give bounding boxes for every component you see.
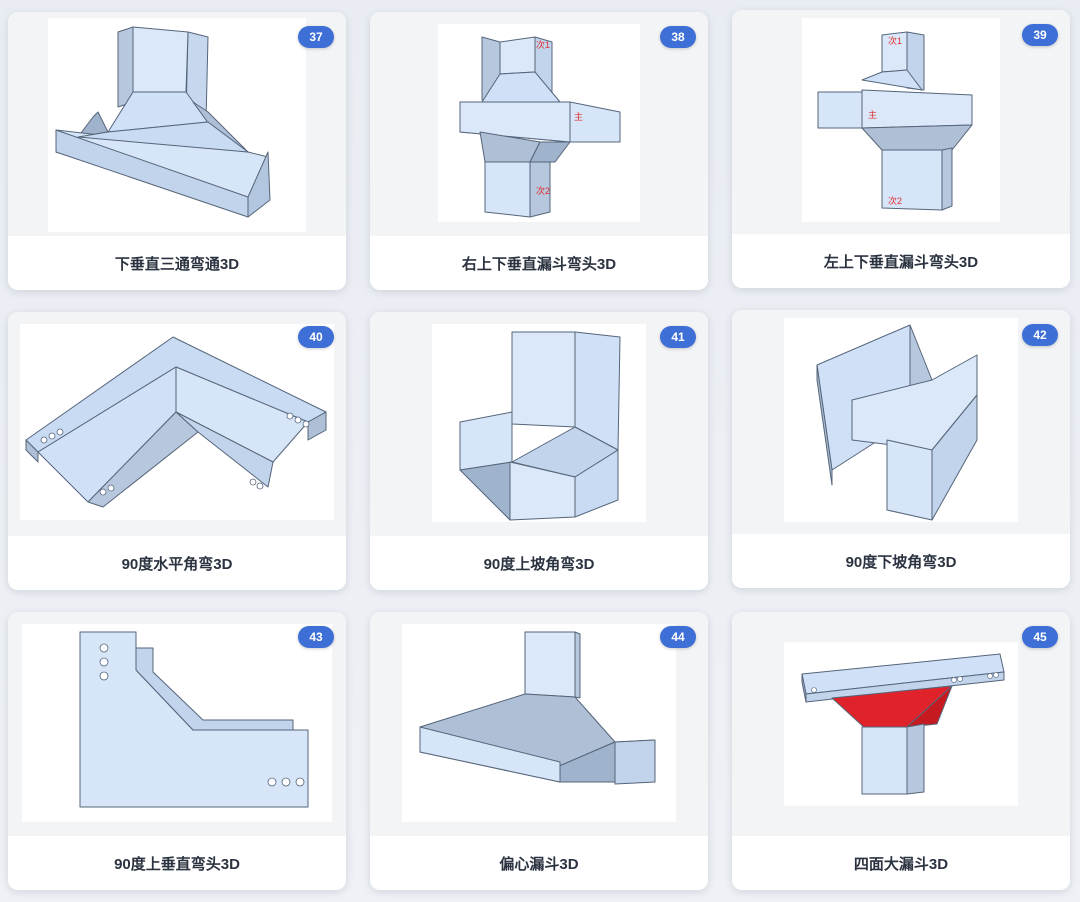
vertical-elbow-model-icon — [79, 631, 309, 808]
product-card-44[interactable]: 44 偏心漏斗3D — [370, 612, 708, 890]
four-sided-funnel-model-icon — [801, 653, 1005, 795]
product-card-39[interactable]: 次1 主 次2 39 左上下垂直漏斗弯头3D — [732, 10, 1070, 288]
card-title: 90度水平角弯3D — [8, 536, 346, 590]
branch-label-2: 次2 — [536, 186, 551, 196]
horizontal-elbow-model-icon — [25, 336, 327, 508]
tee-model-icon — [55, 26, 271, 218]
main-label: 主 — [574, 112, 584, 122]
eccentric-funnel-model-icon — [419, 631, 656, 785]
item-number-badge: 43 — [298, 626, 334, 648]
card-title: 右上下垂直漏斗弯头3D — [370, 236, 708, 290]
card-title: 90度下坡角弯3D — [732, 534, 1070, 588]
card-title: 左上下垂直漏斗弯头3D — [732, 234, 1070, 288]
model-preview-40: 40 — [8, 312, 346, 536]
model-preview-41: 41 — [370, 312, 708, 536]
branch-label-1: 次1 — [536, 40, 551, 50]
branch-label-1: 次1 — [888, 36, 903, 46]
product-card-45[interactable]: 45 四面大漏斗3D — [732, 612, 1070, 890]
product-card-37[interactable]: 37 下垂直三通弯通3D — [8, 12, 346, 290]
card-title: 90度上坡角弯3D — [370, 536, 708, 590]
model-preview-39: 次1 主 次2 39 — [732, 10, 1070, 234]
item-number-badge: 37 — [298, 26, 334, 48]
item-number-badge: 40 — [298, 326, 334, 348]
card-title: 四面大漏斗3D — [732, 836, 1070, 890]
product-card-41[interactable]: 41 90度上坡角弯3D — [370, 312, 708, 590]
model-preview-42: 42 — [732, 310, 1070, 534]
product-card-38[interactable]: 次1 主 次2 38 右上下垂直漏斗弯头3D — [370, 12, 708, 290]
card-title: 90度上垂直弯头3D — [8, 836, 346, 890]
downslope-elbow-model-icon — [816, 324, 978, 521]
item-number-badge: 44 — [660, 626, 696, 648]
upslope-elbow-model-icon — [459, 331, 621, 521]
model-preview-44: 44 — [370, 612, 708, 836]
product-card-40[interactable]: 40 90度水平角弯3D — [8, 312, 346, 590]
product-grid: 37 下垂直三通弯通3D 次1 主 次2 38 右上下垂直漏斗弯头3D 次1 主… — [0, 0, 1080, 902]
item-number-badge: 42 — [1022, 324, 1058, 346]
item-number-badge: 41 — [660, 326, 696, 348]
model-preview-43: 43 — [8, 612, 346, 836]
item-number-badge: 45 — [1022, 626, 1058, 648]
model-preview-45: 45 — [732, 612, 1070, 836]
product-card-42[interactable]: 42 90度下坡角弯3D — [732, 310, 1070, 588]
card-title: 下垂直三通弯通3D — [8, 236, 346, 290]
branch-label-2: 次2 — [888, 196, 903, 206]
item-number-badge: 39 — [1022, 24, 1058, 46]
item-number-badge: 38 — [660, 26, 696, 48]
card-title: 偏心漏斗3D — [370, 836, 708, 890]
product-card-43[interactable]: 43 90度上垂直弯头3D — [8, 612, 346, 890]
model-preview-38: 次1 主 次2 38 — [370, 12, 708, 236]
main-label: 主 — [868, 110, 878, 120]
model-preview-37: 37 — [8, 12, 346, 236]
